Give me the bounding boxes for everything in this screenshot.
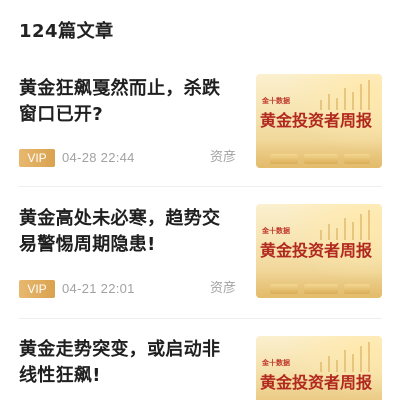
publish-time: 04-28 22:44 <box>62 150 135 165</box>
article-thumbnail[interactable]: 金十数据 黄金投资者周报 <box>256 204 382 298</box>
thumbnail-decoration <box>316 210 376 240</box>
article-thumbnail[interactable]: 金十数据 黄金投资者周报 <box>256 336 382 400</box>
article-meta: VIP 04-28 22:44 资彦 <box>19 148 239 168</box>
thumbnail-decoration <box>316 342 376 372</box>
thumbnail-title: 黄金投资者周报 <box>260 111 373 130</box>
thumbnail-gold-band <box>256 142 382 168</box>
thumbnail-title: 黄金投资者周报 <box>260 241 373 260</box>
author-name: 资彦 <box>210 281 237 296</box>
article-count-header: 124篇文章 <box>19 21 114 42</box>
thumbnail-brand-logo: 金十数据 <box>262 98 290 105</box>
vip-badge: VIP <box>19 149 55 167</box>
publish-time: 04-21 22:01 <box>62 281 135 296</box>
article-card[interactable]: 黄金走势突变，或启动非线性狂飙! 金十数据 黄金投资者周报 <box>0 336 400 400</box>
article-title[interactable]: 黄金走势突变，或启动非线性狂飙! <box>19 337 235 389</box>
thumbnail-decoration <box>316 80 376 110</box>
article-card[interactable]: 黄金高处未必寒，趋势交易警惕周期隐患! VIP 04-21 22:01 资彦 金… <box>0 204 400 336</box>
divider <box>19 186 382 187</box>
article-list-page: 124篇文章 黄金狂飙戛然而止，杀跌窗口已开? VIP 04-28 22:44 … <box>0 0 400 400</box>
thumbnail-gold-band <box>256 272 382 298</box>
divider <box>19 318 382 319</box>
vip-badge: VIP <box>19 280 55 298</box>
article-title[interactable]: 黄金狂飙戛然而止，杀跌窗口已开? <box>19 76 235 128</box>
article-title[interactable]: 黄金高处未必寒，趋势交易警惕周期隐患! <box>19 206 235 258</box>
thumbnail-title: 黄金投资者周报 <box>260 373 373 392</box>
thumbnail-brand-logo: 金十数据 <box>262 228 290 235</box>
article-thumbnail[interactable]: 金十数据 黄金投资者周报 <box>256 74 382 168</box>
author-name: 资彦 <box>210 150 237 165</box>
article-meta: VIP 04-21 22:01 资彦 <box>19 279 239 299</box>
thumbnail-brand-logo: 金十数据 <box>262 360 290 367</box>
